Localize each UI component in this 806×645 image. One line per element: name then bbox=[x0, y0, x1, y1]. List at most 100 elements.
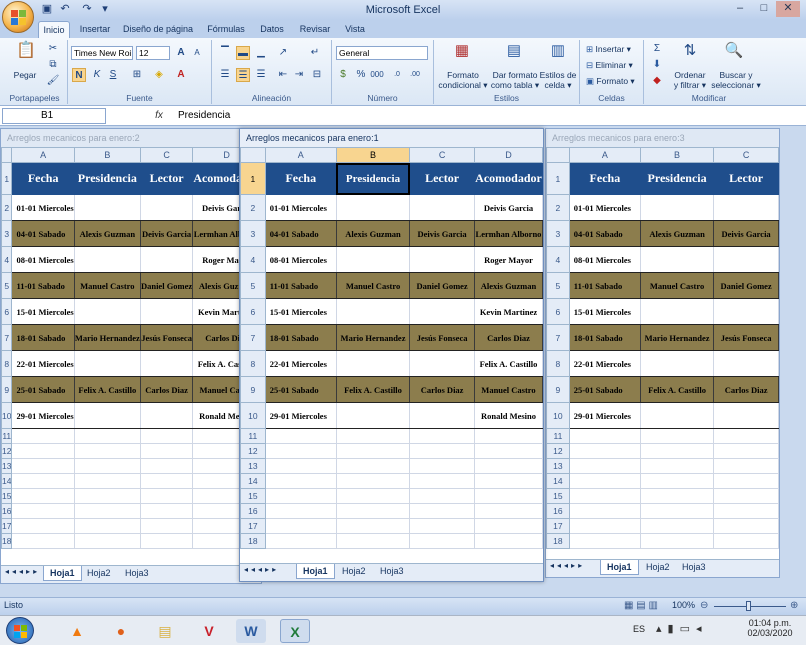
empty-cell[interactable] bbox=[639, 503, 715, 519]
merge-center-icon[interactable]: ⊟ bbox=[310, 68, 324, 82]
sheet-nav-icons[interactable]: ◂◂◂▸▸ bbox=[5, 567, 40, 576]
align-left-icon[interactable]: ☰ bbox=[218, 68, 232, 82]
cell-presidencia[interactable] bbox=[73, 246, 141, 273]
column-header[interactable]: A bbox=[264, 147, 337, 163]
table-format-icon[interactable]: ▤ bbox=[504, 43, 524, 64]
row-header[interactable]: 14 bbox=[1, 473, 13, 489]
empty-cell[interactable] bbox=[335, 443, 411, 459]
empty-cell[interactable] bbox=[11, 503, 75, 519]
empty-cell[interactable] bbox=[409, 443, 475, 459]
vlc-icon[interactable]: ▲ bbox=[62, 619, 92, 643]
excel-icon[interactable]: X bbox=[280, 619, 310, 643]
empty-cell[interactable] bbox=[139, 488, 194, 504]
cell-fecha[interactable]: 04-01 Sabado bbox=[11, 220, 75, 247]
cell-presidencia[interactable] bbox=[639, 298, 715, 325]
empty-cell[interactable] bbox=[713, 488, 779, 504]
cell-presidencia[interactable]: Alexis Guzman bbox=[639, 220, 715, 247]
header-cell[interactable]: Presidencia bbox=[639, 162, 715, 195]
sheet-tab-hoja3[interactable]: Hoja3 bbox=[119, 566, 155, 581]
empty-cell[interactable] bbox=[713, 473, 779, 489]
empty-cell[interactable] bbox=[409, 473, 475, 489]
cell-presidencia[interactable]: Mario Hernandez bbox=[73, 324, 141, 351]
column-header[interactable]: A bbox=[11, 147, 75, 163]
cell-fecha[interactable]: 01-01 Miercoles bbox=[11, 194, 75, 221]
sheet-tab-hoja2[interactable]: Hoja2 bbox=[336, 564, 372, 579]
header-cell[interactable]: Lector bbox=[139, 162, 194, 195]
cell-fecha[interactable]: 04-01 Sabado bbox=[568, 220, 641, 247]
header-cell[interactable]: Acomodador bbox=[474, 162, 543, 195]
cell-fecha[interactable]: 18-01 Sabado bbox=[568, 324, 641, 351]
column-header[interactable]: C bbox=[409, 147, 475, 163]
row-header[interactable]: 6 bbox=[240, 298, 266, 325]
sort-filter-button[interactable]: Ordenar y filtrar ▾ bbox=[670, 70, 710, 90]
row-header[interactable]: 15 bbox=[240, 488, 266, 504]
empty-cell[interactable] bbox=[11, 443, 75, 459]
column-header[interactable]: D bbox=[474, 147, 543, 163]
sheet-grid[interactable]: A B C D 1 Fecha Presidencia Lector Acomodador 2 01… bbox=[240, 147, 543, 563]
vivaldi-icon[interactable]: V bbox=[194, 619, 224, 643]
empty-cell[interactable] bbox=[474, 428, 543, 444]
cell-presidencia[interactable]: Alexis Guzman bbox=[73, 220, 141, 247]
cell-presidencia[interactable]: Mario Hernandez bbox=[335, 324, 411, 351]
empty-cell[interactable] bbox=[568, 518, 641, 534]
cell-fecha[interactable]: 29-01 Miercoles bbox=[11, 402, 75, 429]
autosum-icon[interactable]: Σ bbox=[650, 42, 664, 56]
paste-button[interactable]: Pegar bbox=[10, 70, 40, 80]
row-header[interactable]: 9 bbox=[546, 376, 570, 403]
row-header[interactable]: 13 bbox=[240, 458, 266, 474]
file-explorer-icon[interactable]: ▤ bbox=[150, 619, 180, 643]
cell-lector[interactable] bbox=[713, 194, 779, 221]
cell-fecha[interactable]: 29-01 Miercoles bbox=[264, 402, 337, 429]
cell-fecha[interactable]: 25-01 Sabado bbox=[264, 376, 337, 403]
office-button[interactable] bbox=[2, 1, 34, 33]
find-select-icon[interactable]: 🔍 bbox=[724, 43, 744, 64]
row-header[interactable]: 3 bbox=[546, 220, 570, 247]
row-header[interactable]: 6 bbox=[546, 298, 570, 325]
cell-lector[interactable] bbox=[409, 246, 475, 273]
empty-cell[interactable] bbox=[713, 443, 779, 459]
empty-cell[interactable] bbox=[335, 518, 411, 534]
empty-cell[interactable] bbox=[335, 488, 411, 504]
paste-icon[interactable]: 📋 bbox=[16, 43, 36, 64]
empty-cell[interactable] bbox=[73, 443, 141, 459]
empty-cell[interactable] bbox=[474, 458, 543, 474]
column-header[interactable]: B bbox=[639, 147, 715, 163]
cell-presidencia[interactable] bbox=[73, 194, 141, 221]
minimize-button[interactable]: – bbox=[728, 1, 752, 17]
cell-fecha[interactable]: 22-01 Miercoles bbox=[568, 350, 641, 377]
empty-cell[interactable] bbox=[568, 443, 641, 459]
empty-cell[interactable] bbox=[568, 503, 641, 519]
row-header[interactable]: 13 bbox=[1, 458, 13, 474]
align-right-icon[interactable]: ☰ bbox=[254, 68, 268, 82]
tab-vista[interactable]: Vista bbox=[340, 21, 370, 38]
empty-cell[interactable] bbox=[474, 518, 543, 534]
empty-cell[interactable] bbox=[639, 428, 715, 444]
cell-lector[interactable] bbox=[713, 402, 779, 429]
select-all-corner[interactable] bbox=[546, 147, 570, 163]
header-cell[interactable]: Fecha bbox=[568, 162, 641, 195]
empty-cell[interactable] bbox=[568, 473, 641, 489]
empty-cell[interactable] bbox=[474, 533, 543, 549]
cell-presidencia[interactable] bbox=[73, 350, 141, 377]
row-header[interactable]: 9 bbox=[240, 376, 266, 403]
row-header[interactable]: 2 bbox=[546, 194, 570, 221]
cell-lector[interactable] bbox=[409, 402, 475, 429]
delete-cells-button[interactable]: ⊟ Eliminar ▾ bbox=[586, 60, 633, 70]
start-button[interactable] bbox=[6, 617, 34, 644]
empty-cell[interactable] bbox=[409, 518, 475, 534]
cell-lector[interactable]: Deivis Garcia bbox=[713, 220, 779, 247]
clear-icon[interactable]: ◆ bbox=[650, 74, 664, 88]
cell-acomodador[interactable]: Alexis Guzman bbox=[474, 272, 543, 299]
align-center-icon[interactable]: ☰ bbox=[236, 68, 250, 82]
cell-lector[interactable] bbox=[713, 246, 779, 273]
row-header[interactable]: 15 bbox=[1, 488, 13, 504]
sheet-tab-hoja3[interactable]: Hoja3 bbox=[374, 564, 410, 579]
formula-input[interactable]: Presidencia bbox=[178, 108, 230, 124]
cell-fecha[interactable]: 22-01 Miercoles bbox=[264, 350, 337, 377]
row-header[interactable]: 13 bbox=[546, 458, 570, 474]
cell-fecha[interactable]: 08-01 Miercoles bbox=[264, 246, 337, 273]
row-header[interactable]: 9 bbox=[1, 376, 13, 403]
cell-acomodador[interactable]: Lermhan Alborno bbox=[474, 220, 543, 247]
cell-fecha[interactable]: 15-01 Miercoles bbox=[568, 298, 641, 325]
row-header[interactable]: 4 bbox=[546, 246, 570, 273]
